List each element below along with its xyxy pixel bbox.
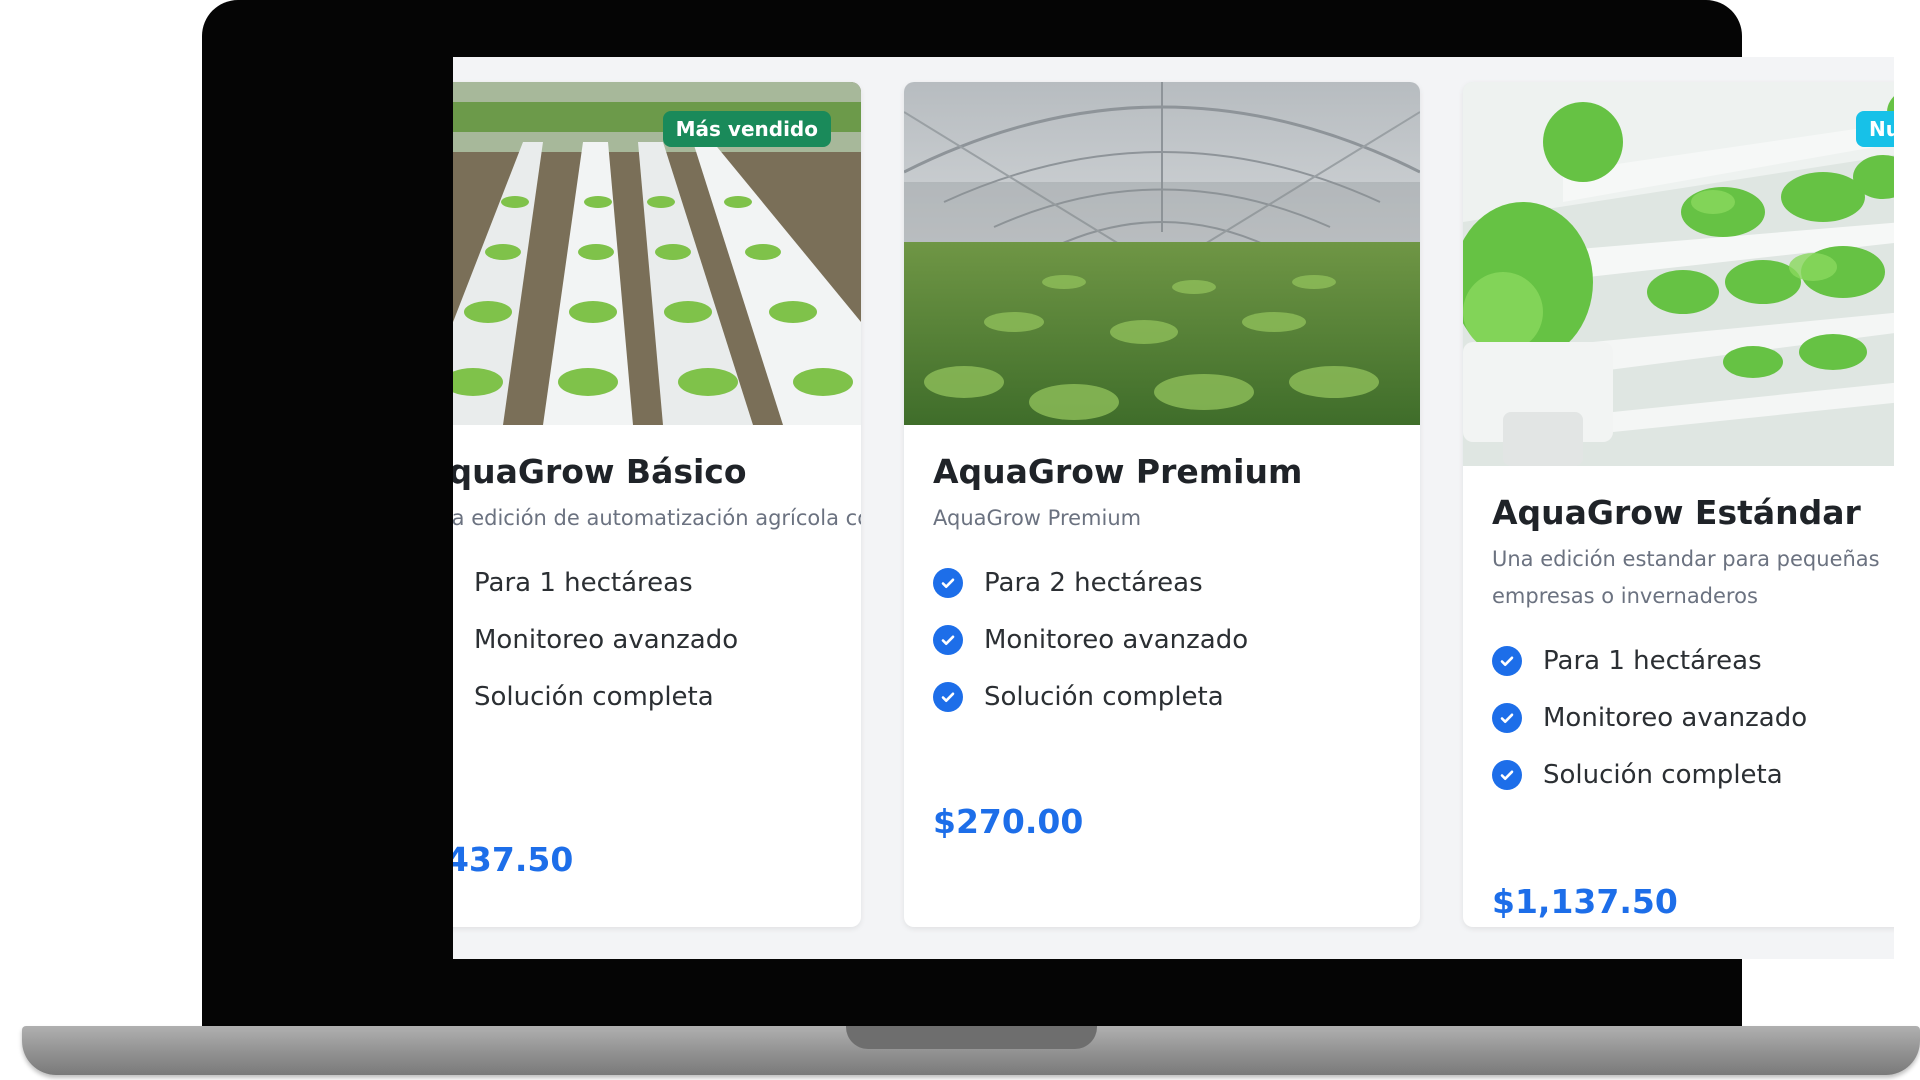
check-circle-icon [1492, 702, 1522, 733]
laptop-notch [846, 1026, 1097, 1049]
product-image-estandar [1463, 82, 1894, 466]
laptop-screen: Más vendido AquaGrow Básico Una edición … [453, 57, 1894, 959]
card-description: AquaGrow Premium [933, 506, 1142, 530]
feature-label: Monitoreo avanzado [984, 624, 1249, 655]
feature-item: Solución completa [1492, 746, 1807, 803]
card-title: AquaGrow Premium [933, 452, 1303, 491]
feature-label: Solución completa [1543, 759, 1783, 790]
feature-item: Para 2 hectáreas [933, 554, 1248, 611]
check-circle-icon [1492, 759, 1522, 790]
feature-item: Para 1 hectáreas [1492, 632, 1807, 689]
feature-label: Monitoreo avanzado [1543, 702, 1808, 733]
feature-item: Solución completa [933, 668, 1248, 725]
check-circle-icon [933, 681, 963, 712]
feature-label: Solución completa [984, 681, 1224, 712]
check-circle-icon [933, 567, 963, 598]
feature-list: Para 1 hectáreas Monitoreo avanzado Solu… [453, 554, 738, 725]
card-price: $270.00 [933, 802, 1084, 841]
feature-list: Para 2 hectáreas Monitoreo avanzado Solu… [933, 554, 1248, 725]
feature-item: Monitoreo avanzado [933, 611, 1248, 668]
feature-item: Monitoreo avanzado [1492, 689, 1807, 746]
feature-item: Solución completa [453, 668, 738, 725]
feature-label: Para 2 hectáreas [984, 567, 1203, 598]
card-description: Una edición estandar para pequeñas empre… [1492, 547, 1880, 608]
feature-label: Monitoreo avanzado [474, 624, 739, 655]
feature-label: Para 1 hectáreas [474, 567, 693, 598]
feature-label: Para 1 hectáreas [1543, 645, 1762, 676]
badge-best-seller: Más vendido [662, 111, 831, 147]
product-card-basico[interactable]: Más vendido AquaGrow Básico Una edición … [453, 82, 861, 927]
product-image-premium [904, 82, 1420, 425]
card-price: $1,137.50 [1492, 882, 1678, 921]
feature-list: Para 1 hectáreas Monitoreo avanzado Solu… [1492, 632, 1807, 803]
card-title: AquaGrow Estándar [1492, 493, 1861, 532]
laptop-bezel: Más vendido AquaGrow Básico Una edición … [202, 0, 1894, 1030]
feature-item: Para 1 hectáreas [453, 554, 738, 611]
feature-item: Monitoreo avanzado [453, 611, 738, 668]
card-price: $437.50 [453, 840, 574, 879]
product-card-premium[interactable]: AquaGrow Premium AquaGrow Premium Para 2… [904, 82, 1420, 927]
check-circle-icon [933, 624, 963, 655]
product-card-estandar[interactable]: Nuevo AquaGrow Estándar Una edición esta… [1463, 82, 1894, 927]
card-title: AquaGrow Básico [453, 452, 747, 491]
card-description: Una edición de automatización agrícola c… [453, 506, 861, 530]
check-circle-icon [1492, 645, 1522, 676]
feature-label: Solución completa [474, 681, 714, 712]
badge-new: Nuevo [1856, 111, 1894, 147]
